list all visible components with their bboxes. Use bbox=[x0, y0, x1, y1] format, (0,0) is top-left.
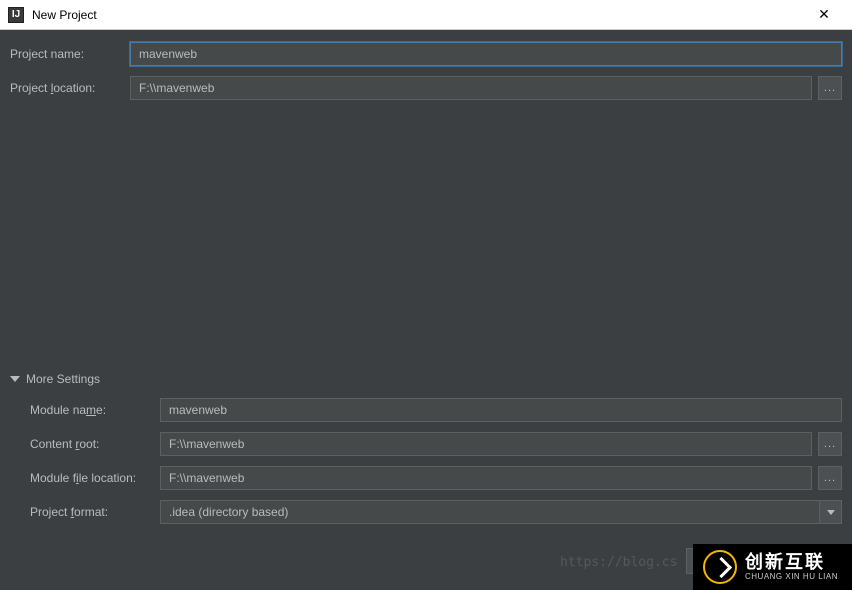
content-root-input[interactable] bbox=[160, 432, 812, 456]
content-root-browse-button[interactable]: ... bbox=[818, 432, 842, 456]
project-name-input[interactable] bbox=[130, 42, 842, 66]
more-settings-toggle[interactable]: More Settings bbox=[10, 372, 842, 386]
watermark-badge: 创新互联 CHUANG XIN HU LIAN bbox=[693, 544, 852, 590]
watermark-text-en: CHUANG XIN HU LIAN bbox=[745, 573, 838, 582]
project-name-label: Project name: bbox=[10, 47, 130, 61]
watermark-logo-icon bbox=[703, 550, 737, 584]
close-icon[interactable]: ✕ bbox=[804, 0, 844, 30]
module-file-browse-button[interactable]: ... bbox=[818, 466, 842, 490]
project-location-label: Project location: bbox=[10, 81, 130, 95]
watermark-text-cn: 创新互联 bbox=[745, 553, 838, 573]
dialog-content: Project name: Project location: ... More… bbox=[0, 30, 852, 590]
module-name-label: Module name: bbox=[30, 403, 160, 417]
more-settings-label: More Settings bbox=[26, 372, 100, 386]
dropdown-arrow-icon bbox=[820, 500, 842, 524]
project-location-browse-button[interactable]: ... bbox=[818, 76, 842, 100]
module-file-location-row: Module file location: ... bbox=[30, 466, 842, 490]
project-format-label: Project format: bbox=[30, 505, 160, 519]
content-root-label: Content root: bbox=[30, 437, 160, 451]
project-location-input[interactable] bbox=[130, 76, 812, 100]
content-root-row: Content root: ... bbox=[30, 432, 842, 456]
window-title: New Project bbox=[32, 8, 97, 22]
project-format-value: .idea (directory based) bbox=[160, 500, 820, 524]
project-location-row: Project location: ... bbox=[10, 76, 842, 100]
module-file-location-label: Module file location: bbox=[30, 471, 160, 485]
project-name-row: Project name: bbox=[10, 42, 842, 66]
module-name-row: Module name: bbox=[30, 398, 842, 422]
module-name-input[interactable] bbox=[160, 398, 842, 422]
project-format-select[interactable]: .idea (directory based) bbox=[160, 500, 842, 524]
module-file-location-input[interactable] bbox=[160, 466, 812, 490]
project-format-row: Project format: .idea (directory based) bbox=[30, 500, 842, 524]
chevron-down-icon bbox=[10, 376, 20, 382]
titlebar: IJ New Project ✕ bbox=[0, 0, 852, 30]
app-icon: IJ bbox=[8, 7, 24, 23]
